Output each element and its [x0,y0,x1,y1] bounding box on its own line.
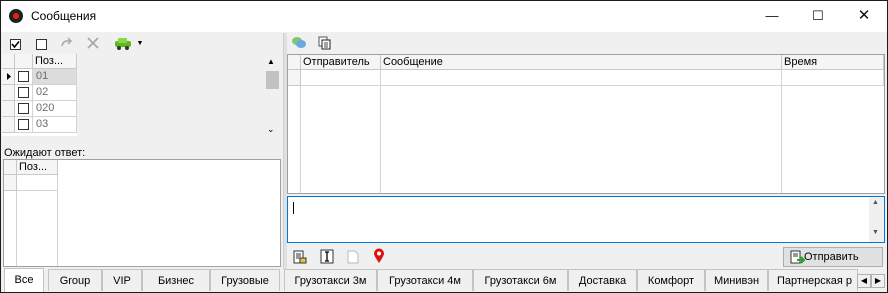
table-row[interactable]: 020 [33,101,77,117]
left-toolbar: ▼ [1,33,283,55]
row-indicator-header [2,54,15,69]
uncheck-all-button[interactable] [33,36,49,52]
scroll-down-icon[interactable]: ▼ [872,229,879,236]
tab-cargo-taxi-3m[interactable]: Грузотакси 3м [284,269,377,291]
waiting-grid: Поз... [3,159,281,267]
column-divider [380,86,381,193]
text-caret [293,202,294,214]
checkbox[interactable] [18,87,29,99]
check-all-button[interactable] [7,36,23,52]
chat-bubbles-icon[interactable] [291,36,307,52]
table-row[interactable]: 02 [33,85,77,101]
blank-document-icon[interactable] [347,250,359,264]
tab-minivan[interactable]: Минивэн [705,269,768,291]
minimize-button[interactable]: — [749,1,795,32]
empty-row[interactable] [17,175,58,191]
unchecked-checkbox-icon [35,39,47,51]
scroll-down-icon[interactable]: ⌄ [267,124,275,135]
right-toolbar [287,33,887,55]
row-indicator-current [2,69,15,85]
row-indicator-header [4,160,17,175]
row-checkbox[interactable] [15,69,33,85]
column-header-time[interactable]: Время [782,55,884,70]
row-indicator-header [288,55,301,70]
copy-icon[interactable] [317,36,333,52]
column-header-poz[interactable]: Поз... [33,54,77,69]
tab-partner[interactable]: Партнерская р [768,269,858,291]
row-indicator [288,70,301,86]
row-checkbox[interactable] [15,101,33,117]
redo-icon[interactable] [59,36,75,52]
column-divider [781,86,782,193]
empty-row[interactable] [782,70,884,86]
empty-row[interactable] [301,70,381,86]
template-icon[interactable] [293,250,307,264]
category-tabs: Все Group VIP Бизнес Грузовые Грузотакси… [1,268,887,292]
column-divider [300,86,301,193]
scroll-thumb[interactable] [266,71,279,89]
tab-comfort[interactable]: Комфорт [637,269,705,291]
message-input-scrollbar[interactable]: ▲ ▼ [869,197,884,242]
app-icon [9,9,23,23]
table-row[interactable]: 01 [33,69,77,85]
tab-vip[interactable]: VIP [102,269,142,291]
checkbox[interactable] [18,119,29,131]
checkbox[interactable] [18,71,29,83]
cars-grid: Поз... 01 02 020 03 ▲ ⌄ [2,54,282,136]
car-icon[interactable] [111,36,135,52]
cars-grid-body: Поз... 01 02 020 03 [2,54,77,136]
empty-row[interactable] [381,70,782,86]
waiting-label: Ожидают ответ: [4,147,86,159]
send-button-label: Отправить [804,251,859,263]
send-icon [790,250,806,270]
row-indicator [4,175,17,191]
text-cursor-icon[interactable] [320,249,334,264]
tab-scroll-left-icon[interactable]: ◀ [857,274,871,288]
row-indicator [2,101,15,117]
tab-cargo-taxi-4m[interactable]: Грузотакси 4м [377,269,473,291]
tab-business[interactable]: Бизнес [142,269,210,291]
checked-checkbox-icon [9,39,21,51]
message-input[interactable]: ▲ ▼ [287,196,885,243]
tab-all[interactable]: Все [4,268,44,292]
maximize-button[interactable]: ☐ [795,1,841,32]
tab-cargo-taxi-6m[interactable]: Грузотакси 6м [473,269,568,291]
row-checkbox[interactable] [15,117,33,133]
row-indicator [2,85,15,101]
tab-group[interactable]: Group [48,269,102,291]
title-bar: Сообщения — ☐ ✕ [1,1,887,32]
cars-grid-scrollbar[interactable]: ▲ ⌄ [264,54,281,136]
column-header-message[interactable]: Сообщение [381,55,782,70]
row-indicator [2,117,15,133]
scroll-up-icon[interactable]: ▲ [267,57,275,66]
scroll-up-icon[interactable]: ▲ [872,199,879,206]
dropdown-arrow-icon[interactable]: ▼ [135,36,145,52]
tab-delivery[interactable]: Доставка [568,269,637,291]
window-title: Сообщения [31,9,97,23]
delete-icon[interactable] [85,36,101,52]
location-pin-icon[interactable] [373,248,385,264]
row-checkbox[interactable] [15,85,33,101]
send-button[interactable]: Отправить [783,247,883,267]
column-divider [57,191,58,266]
tab-scroll-right-icon[interactable]: ▶ [871,274,885,288]
column-header-sender[interactable]: Отправитель [301,55,381,70]
close-button[interactable]: ✕ [841,1,887,32]
column-header-poz[interactable]: Поз... [17,160,58,175]
column-divider [16,191,17,266]
tab-trucks[interactable]: Грузовые [210,269,280,291]
checkbox-column-header [15,54,33,69]
checkbox[interactable] [18,103,29,115]
table-row[interactable]: 03 [33,117,77,133]
messages-grid: Отправитель Сообщение Время [287,54,885,194]
messages-window: Сообщения — ☐ ✕ ▼ Поз... 01 02 020 03 ▲ … [0,0,888,293]
